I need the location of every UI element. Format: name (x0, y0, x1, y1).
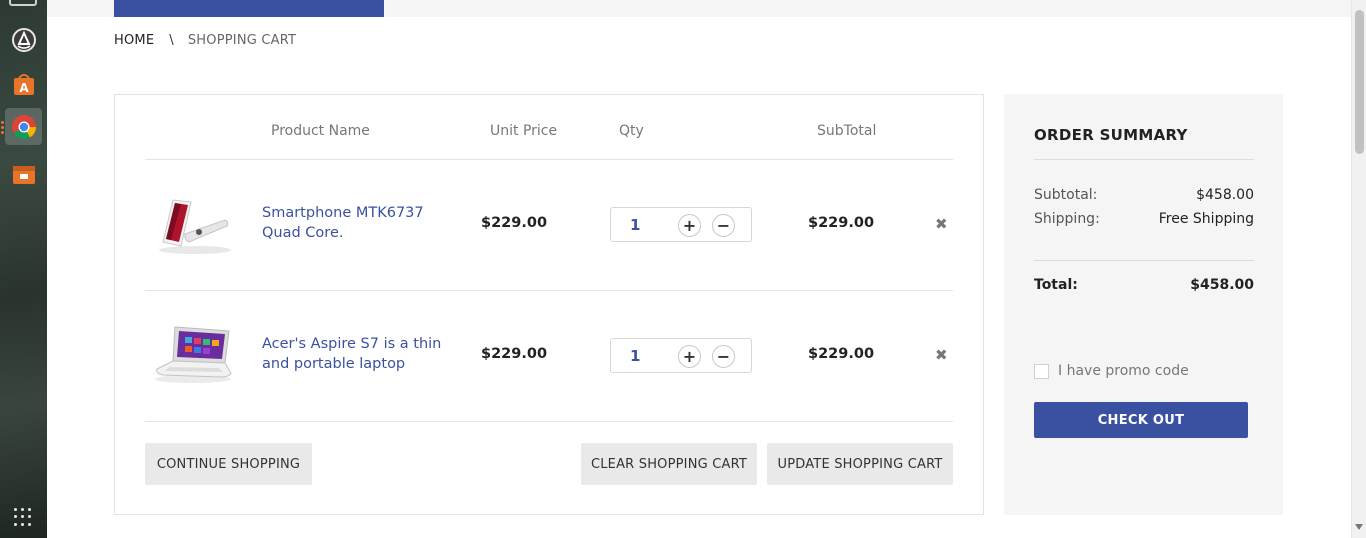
subtotal-value: $458.00 (1196, 187, 1254, 203)
promo-code-option[interactable]: I have promo code (1034, 363, 1189, 379)
breadcrumb-separator: \ (169, 33, 174, 48)
chrome-icon[interactable] (5, 108, 42, 145)
column-header-unit-price: Unit Price (490, 123, 558, 139)
breadcrumb: HOME \ SHOPPING CART (114, 33, 296, 48)
scrollbar-thumb[interactable] (1355, 10, 1364, 154)
continue-shopping-button[interactable]: CONTINUE SHOPPING (145, 443, 312, 485)
update-cart-button[interactable]: UPDATE SHOPPING CART (767, 443, 953, 485)
svg-text:A: A (19, 81, 29, 95)
os-dock: A (0, 0, 47, 538)
product-name-link[interactable]: Smartphone MTK6737 Quad Core. (262, 203, 462, 243)
column-header-qty: Qty (619, 123, 644, 139)
scroll-down-icon[interactable] (1355, 524, 1363, 530)
minus-icon[interactable]: − (712, 345, 735, 368)
quantity-stepper: 1 + − (610, 338, 752, 373)
quantity-input[interactable]: 1 (630, 347, 640, 365)
summary-total-row: Total: $458.00 (1034, 277, 1254, 293)
laptop-image[interactable] (151, 321, 237, 391)
remove-icon[interactable]: ✖ (935, 346, 948, 364)
nav-bar-accent (114, 0, 384, 17)
checkout-button[interactable]: CHECK OUT (1034, 402, 1248, 438)
divider (145, 159, 953, 160)
summary-shipping-row: Shipping: Free Shipping (1034, 211, 1254, 227)
running-indicator (1, 131, 4, 134)
unit-price: $229.00 (481, 346, 548, 362)
column-header-subtotal: SubTotal (817, 123, 877, 139)
page-scrollbar[interactable] (1351, 0, 1366, 538)
files-icon[interactable] (5, 155, 42, 192)
subtotal-label: Subtotal: (1034, 187, 1098, 203)
window-icon[interactable] (9, 0, 37, 6)
apps-grid-icon[interactable] (14, 508, 32, 526)
summary-title: ORDER SUMMARY (1034, 126, 1188, 144)
cart-table: Product Name Unit Price Qty SubTotal Sma… (114, 94, 984, 515)
plus-icon[interactable]: + (678, 345, 701, 368)
shipping-label: Shipping: (1034, 211, 1100, 227)
divider (145, 421, 953, 422)
smartphone-image[interactable] (151, 190, 237, 260)
promo-label: I have promo code (1058, 363, 1189, 379)
divider (1034, 260, 1254, 261)
plus-icon[interactable]: + (678, 214, 701, 237)
divider (145, 290, 953, 291)
column-header-product: Product Name (271, 123, 370, 139)
breadcrumb-home-link[interactable]: HOME (114, 33, 154, 48)
clear-cart-button[interactable]: CLEAR SHOPPING CART (581, 443, 757, 485)
order-summary: ORDER SUMMARY Subtotal: $458.00 Shipping… (1004, 94, 1283, 515)
breadcrumb-current: SHOPPING CART (187, 33, 297, 48)
running-indicator (1, 126, 4, 129)
minus-icon[interactable]: − (712, 214, 735, 237)
quantity-stepper: 1 + − (610, 207, 752, 242)
total-label: Total: (1034, 277, 1078, 293)
total-value: $458.00 (1190, 277, 1254, 293)
unit-price: $229.00 (481, 215, 548, 231)
running-indicator (1, 121, 4, 124)
software-center-icon[interactable]: A (5, 65, 42, 102)
shipping-value: Free Shipping (1158, 211, 1254, 227)
software-updater-icon[interactable] (5, 21, 42, 58)
promo-checkbox[interactable] (1034, 363, 1049, 379)
summary-subtotal-row: Subtotal: $458.00 (1034, 187, 1254, 203)
product-name-link[interactable]: Acer's Aspire S7 is a thin and portable … (262, 334, 462, 374)
remove-icon[interactable]: ✖ (935, 215, 948, 233)
quantity-input[interactable]: 1 (630, 216, 640, 234)
divider (1034, 159, 1254, 160)
row-subtotal: $229.00 (808, 215, 875, 231)
row-subtotal: $229.00 (808, 346, 875, 362)
